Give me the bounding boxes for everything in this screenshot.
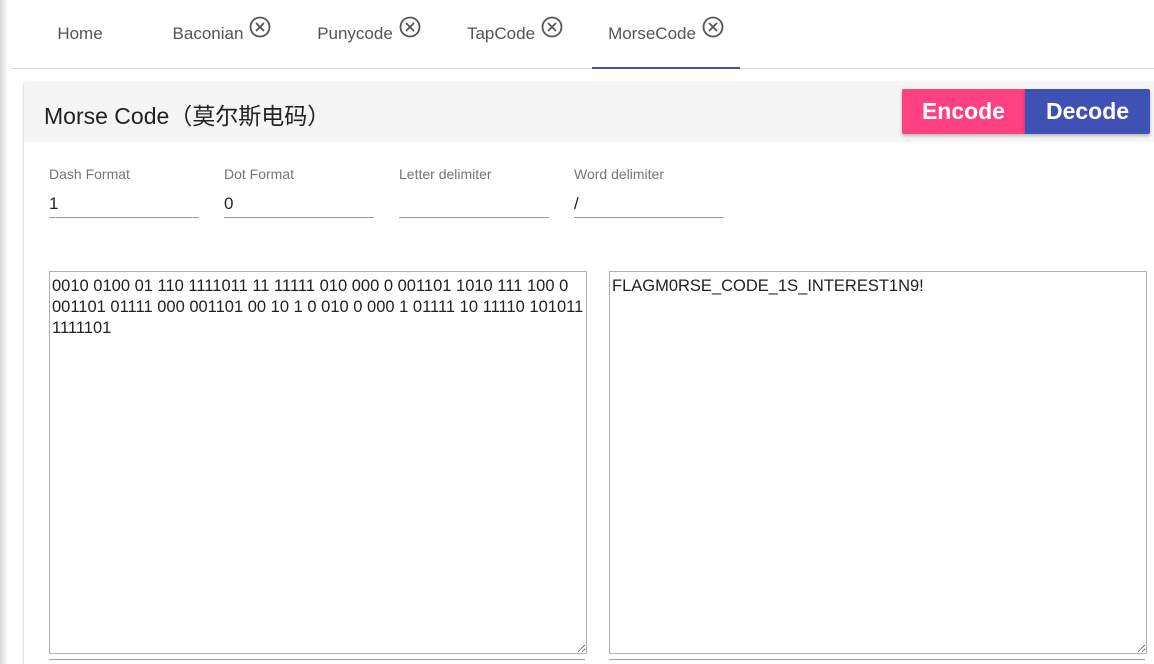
tab-bar: Home Baconian Punycode TapCode MorseCode: [12, 0, 1154, 69]
dot-format-label: Dot Format: [224, 166, 295, 182]
word-delimiter-input[interactable]: [574, 190, 724, 218]
tab-label: Punycode: [317, 24, 393, 43]
close-circle-icon[interactable]: [702, 16, 724, 38]
output-underline: [609, 659, 1145, 660]
tab-label: TapCode: [466, 24, 536, 43]
word-delimiter-label: Word delimiter: [574, 166, 664, 182]
tab-home[interactable]: Home: [45, 0, 115, 68]
input-underline: [49, 659, 585, 660]
decoded-output-textarea[interactable]: FLAGM0RSE_CODE_1S_INTEREST1N9!: [609, 271, 1147, 654]
tab-baconian[interactable]: Baconian: [168, 0, 276, 68]
input-area: 0010 0100 01 110 1111011 11 11111 010 00…: [49, 271, 587, 661]
letter-delimiter-field: Letter delimiter: [399, 166, 549, 218]
morse-input-textarea[interactable]: 0010 0100 01 110 1111011 11 11111 010 00…: [49, 271, 587, 654]
tab-morsecode[interactable]: MorseCode: [592, 0, 740, 69]
tab-punycode[interactable]: Punycode: [312, 0, 426, 68]
decode-button[interactable]: Decode: [1025, 89, 1150, 134]
dash-format-label: Dash Format: [49, 166, 130, 182]
card-header: Morse Code（莫尔斯电码） Encode Decode: [24, 82, 1154, 142]
close-circle-icon[interactable]: [541, 16, 563, 38]
close-circle-icon[interactable]: [399, 16, 421, 38]
window-left-edge: [0, 0, 8, 664]
encode-button[interactable]: Encode: [902, 89, 1025, 134]
dot-format-input[interactable]: [224, 190, 374, 218]
dash-format-field: Dash Format: [49, 166, 199, 218]
word-delimiter-field: Word delimiter: [574, 166, 724, 218]
dash-format-input[interactable]: [49, 190, 199, 218]
app-frame: Home Baconian Punycode TapCode MorseCode…: [0, 0, 1154, 664]
letter-delimiter-input[interactable]: [399, 190, 549, 218]
tab-label: Baconian: [172, 24, 244, 43]
close-circle-icon[interactable]: [249, 16, 271, 38]
tab-label: Home: [57, 24, 103, 43]
output-area: FLAGM0RSE_CODE_1S_INTEREST1N9!: [609, 271, 1147, 661]
dot-format-field: Dot Format: [224, 166, 374, 218]
morse-code-card: Morse Code（莫尔斯电码） Encode Decode Dash For…: [24, 82, 1154, 664]
tab-tapcode[interactable]: TapCode: [462, 0, 568, 68]
page-title: Morse Code（莫尔斯电码）: [44, 103, 331, 129]
tab-label: MorseCode: [608, 24, 696, 43]
letter-delimiter-label: Letter delimiter: [399, 166, 492, 182]
